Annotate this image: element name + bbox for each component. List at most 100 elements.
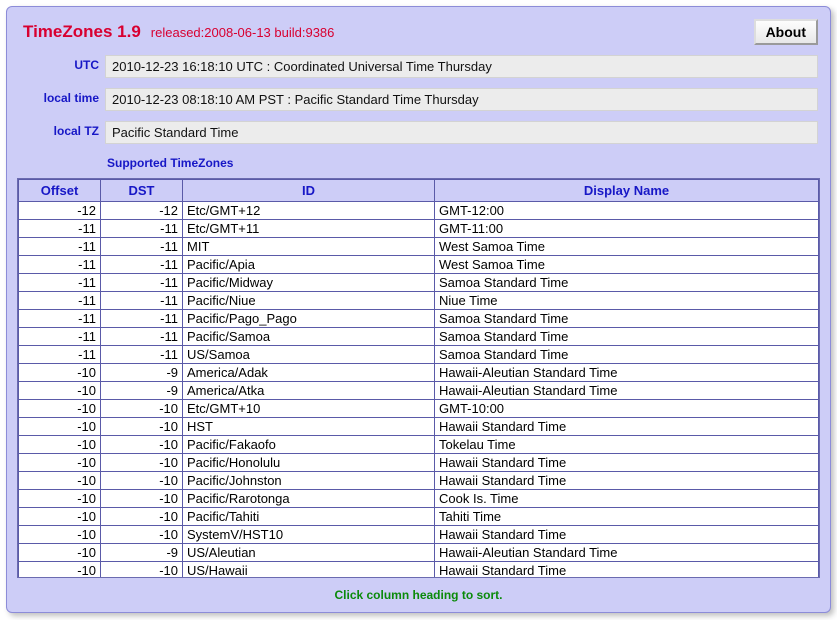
cell-id: Pacific/Honolulu [183, 454, 435, 472]
table-scroll[interactable]: Offset DST ID Display Name -12-12Etc/GMT… [18, 179, 819, 577]
cell-display: GMT-11:00 [435, 220, 819, 238]
cell-dst: -10 [101, 436, 183, 454]
table-row[interactable]: -11-11US/SamoaSamoa Standard Time [19, 346, 819, 364]
cell-id: America/Adak [183, 364, 435, 382]
cell-id: Pacific/Pago_Pago [183, 310, 435, 328]
table-row[interactable]: -11-11Etc/GMT+11GMT-11:00 [19, 220, 819, 238]
table-row[interactable]: -11-11Pacific/SamoaSamoa Standard Time [19, 328, 819, 346]
cell-display: Hawaii Standard Time [435, 454, 819, 472]
cell-dst: -10 [101, 472, 183, 490]
cell-offset: -12 [19, 202, 101, 220]
cell-id: Pacific/Fakaofo [183, 436, 435, 454]
col-header-dst[interactable]: DST [101, 180, 183, 202]
cell-display: Hawaii Standard Time [435, 472, 819, 490]
table-row[interactable]: -11-11Pacific/NiueNiue Time [19, 292, 819, 310]
cell-dst: -11 [101, 256, 183, 274]
cell-dst: -9 [101, 382, 183, 400]
cell-offset: -10 [19, 400, 101, 418]
cell-id: Pacific/Tahiti [183, 508, 435, 526]
table-row[interactable]: -10-9US/AleutianHawaii-Aleutian Standard… [19, 544, 819, 562]
cell-display: Niue Time [435, 292, 819, 310]
cell-offset: -10 [19, 526, 101, 544]
about-button[interactable]: About [754, 19, 818, 45]
label-utc: UTC [19, 55, 99, 78]
cell-dst: -10 [101, 454, 183, 472]
cell-id: Pacific/Niue [183, 292, 435, 310]
cell-display: West Samoa Time [435, 256, 819, 274]
table-row[interactable]: -10-10Pacific/TahitiTahiti Time [19, 508, 819, 526]
cell-dst: -10 [101, 562, 183, 578]
cell-dst: -10 [101, 400, 183, 418]
cell-offset: -11 [19, 292, 101, 310]
cell-id: Pacific/Samoa [183, 328, 435, 346]
table-row[interactable]: -12-12Etc/GMT+12GMT-12:00 [19, 202, 819, 220]
cell-display: Hawaii Standard Time [435, 562, 819, 578]
col-header-display[interactable]: Display Name [435, 180, 819, 202]
cell-id: Etc/GMT+12 [183, 202, 435, 220]
field-local-tz[interactable] [105, 121, 818, 144]
cell-id: America/Atka [183, 382, 435, 400]
cell-display: Tokelau Time [435, 436, 819, 454]
cell-id: US/Samoa [183, 346, 435, 364]
cell-id: Pacific/Midway [183, 274, 435, 292]
info-panel: UTC local time local TZ [17, 55, 820, 148]
title-block: TimeZones 1.9 released:2008-06-13 build:… [23, 22, 334, 42]
cell-dst: -10 [101, 526, 183, 544]
cell-display: Samoa Standard Time [435, 328, 819, 346]
cell-display: Samoa Standard Time [435, 346, 819, 364]
cell-dst: -11 [101, 346, 183, 364]
table-row[interactable]: -11-11Pacific/Pago_PagoSamoa Standard Ti… [19, 310, 819, 328]
cell-display: Hawaii Standard Time [435, 418, 819, 436]
table-row[interactable]: -10-10HSTHawaii Standard Time [19, 418, 819, 436]
cell-dst: -11 [101, 328, 183, 346]
cell-offset: -10 [19, 418, 101, 436]
cell-offset: -10 [19, 562, 101, 578]
cell-id: SystemV/HST10 [183, 526, 435, 544]
cell-offset: -10 [19, 544, 101, 562]
table-header-row: Offset DST ID Display Name [19, 180, 819, 202]
cell-id: Etc/GMT+10 [183, 400, 435, 418]
cell-dst: -9 [101, 544, 183, 562]
cell-offset: -11 [19, 328, 101, 346]
cell-display: Cook Is. Time [435, 490, 819, 508]
cell-offset: -10 [19, 382, 101, 400]
app-window: TimeZones 1.9 released:2008-06-13 build:… [6, 6, 831, 613]
table-row[interactable]: -11-11MITWest Samoa Time [19, 238, 819, 256]
cell-display: Samoa Standard Time [435, 310, 819, 328]
app-title: TimeZones 1.9 [23, 22, 141, 42]
table-row[interactable]: -11-11Pacific/MidwaySamoa Standard Time [19, 274, 819, 292]
table-row[interactable]: -10-10SystemV/HST10Hawaii Standard Time [19, 526, 819, 544]
cell-dst: -10 [101, 490, 183, 508]
table-row[interactable]: -11-11Pacific/ApiaWest Samoa Time [19, 256, 819, 274]
col-header-offset[interactable]: Offset [19, 180, 101, 202]
table-row[interactable]: -10-10Pacific/RarotongaCook Is. Time [19, 490, 819, 508]
cell-offset: -11 [19, 346, 101, 364]
table-row[interactable]: -10-10Pacific/FakaofoTokelau Time [19, 436, 819, 454]
timezone-table: Offset DST ID Display Name -12-12Etc/GMT… [18, 179, 819, 577]
cell-offset: -10 [19, 436, 101, 454]
col-header-id[interactable]: ID [183, 180, 435, 202]
cell-dst: -11 [101, 238, 183, 256]
cell-offset: -10 [19, 508, 101, 526]
cell-offset: -10 [19, 454, 101, 472]
table-row[interactable]: -10-9America/AtkaHawaii-Aleutian Standar… [19, 382, 819, 400]
cell-id: Pacific/Apia [183, 256, 435, 274]
cell-id: US/Hawaii [183, 562, 435, 578]
cell-dst: -12 [101, 202, 183, 220]
cell-id: Etc/GMT+11 [183, 220, 435, 238]
table-row[interactable]: -10-10Etc/GMT+10GMT-10:00 [19, 400, 819, 418]
cell-display: Hawaii-Aleutian Standard Time [435, 544, 819, 562]
app-meta: released:2008-06-13 build:9386 [151, 25, 335, 40]
cell-dst: -11 [101, 292, 183, 310]
field-local-time[interactable] [105, 88, 818, 111]
cell-offset: -11 [19, 256, 101, 274]
section-title: Supported TimeZones [17, 148, 820, 178]
table-row[interactable]: -10-10Pacific/JohnstonHawaii Standard Ti… [19, 472, 819, 490]
cell-display: Samoa Standard Time [435, 274, 819, 292]
cell-dst: -10 [101, 508, 183, 526]
table-row[interactable]: -10-10US/HawaiiHawaii Standard Time [19, 562, 819, 578]
table-row[interactable]: -10-10Pacific/HonoluluHawaii Standard Ti… [19, 454, 819, 472]
field-utc[interactable] [105, 55, 818, 78]
table-row[interactable]: -10-9America/AdakHawaii-Aleutian Standar… [19, 364, 819, 382]
cell-id: US/Aleutian [183, 544, 435, 562]
